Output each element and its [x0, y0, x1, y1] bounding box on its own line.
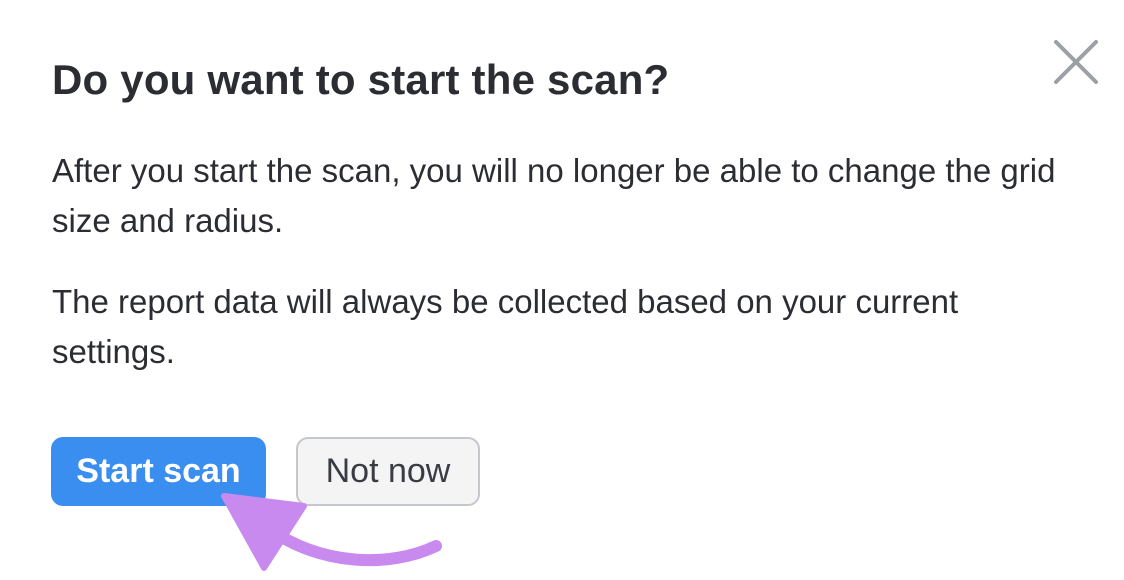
close-icon [1054, 40, 1098, 84]
not-now-button[interactable]: Not now [296, 437, 480, 506]
dialog-info-text: The report data will always be collected… [52, 283, 959, 370]
start-scan-button[interactable]: Start scan [51, 437, 266, 506]
dialog-title: Do you want to start the scan? [52, 56, 670, 103]
dialog-warning-text: After you start the scan, you will no lo… [52, 152, 1056, 239]
close-button[interactable] [1048, 34, 1104, 90]
start-scan-dialog: Do you want to start the scan? After you… [0, 0, 1124, 580]
